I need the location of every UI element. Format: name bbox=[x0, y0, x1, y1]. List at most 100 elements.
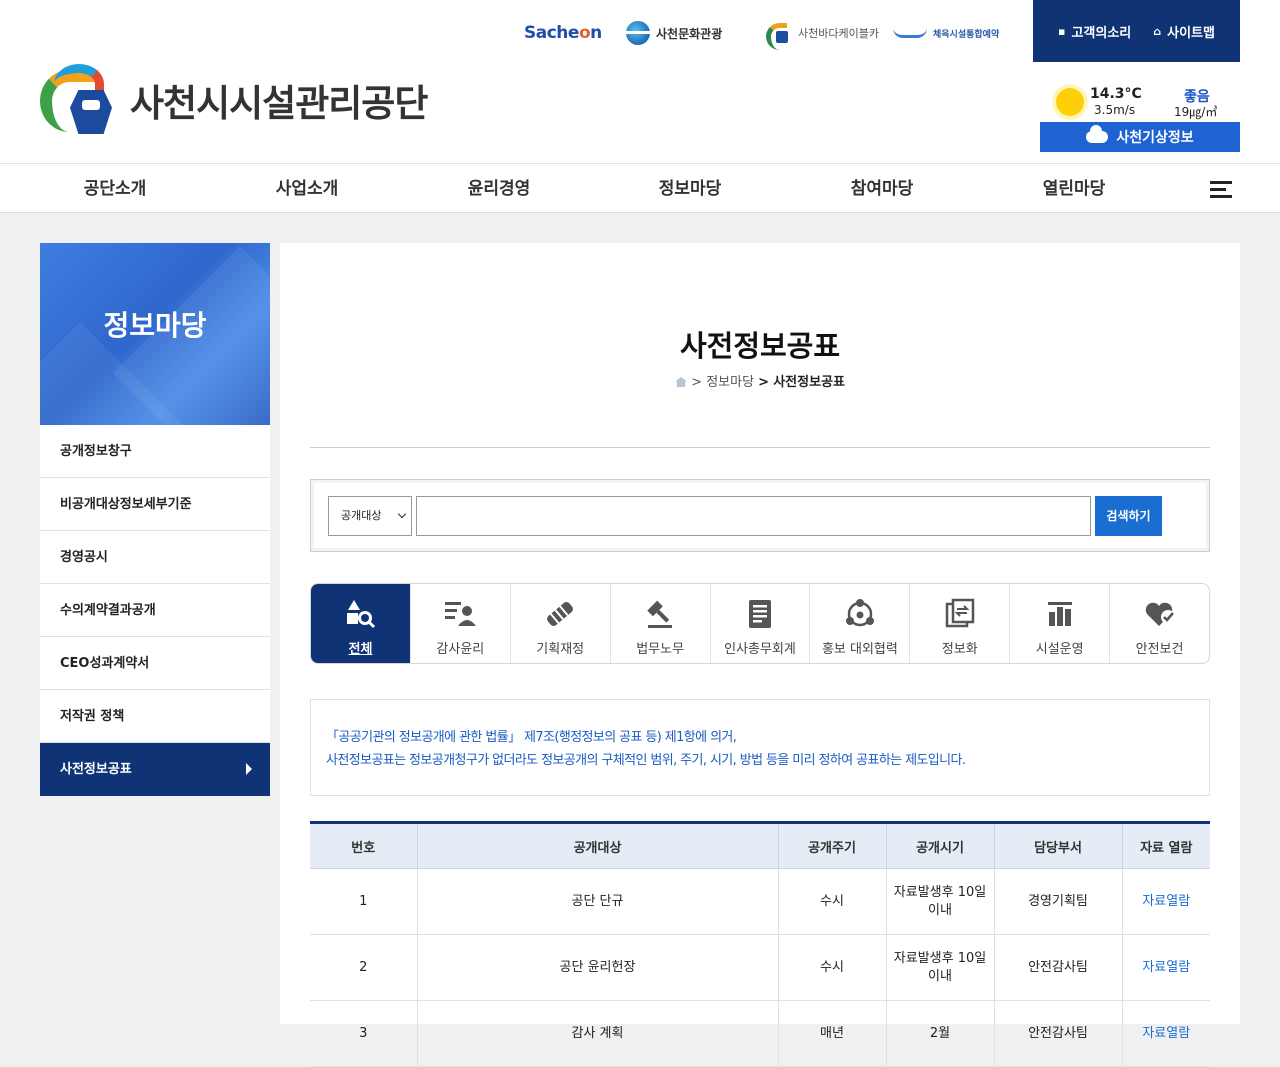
person-list-icon bbox=[443, 598, 477, 630]
cell-target: 감사 계획 bbox=[417, 1000, 779, 1067]
table-row: 2 공단 윤리헌장 수시 자료발생후 10일 이내 안전감사팀 자료열람 bbox=[310, 934, 1210, 1001]
chevron-down-icon bbox=[397, 509, 407, 519]
cloud-icon bbox=[1086, 125, 1109, 143]
nav-item-about[interactable]: 공단소개 bbox=[20, 164, 210, 214]
cable-logo-icon bbox=[764, 19, 792, 50]
sidebar-title: 정보마당 bbox=[103, 309, 207, 342]
notice-box: 「공공기관의 정보공개에 관한 법률」 제7조(행정정보의 공표 등) 제1항에… bbox=[310, 699, 1210, 796]
customer-voice-link[interactable]: ▪ 고객의소리 bbox=[1058, 22, 1131, 41]
tab-pr-cooperation[interactable]: 홍보 대외협력 bbox=[810, 584, 911, 663]
tab-label: 홍보 대외협력 bbox=[821, 642, 898, 657]
tab-audit-ethics[interactable]: 감사윤리 bbox=[411, 584, 511, 663]
sitemap-label: 사이트맵 bbox=[1167, 25, 1215, 41]
nav-item-open[interactable]: 열린마당 bbox=[979, 164, 1169, 214]
cell-department: 안전감사팀 bbox=[994, 1000, 1123, 1067]
sacheon-wordmark: Sacheon bbox=[524, 23, 602, 43]
partner-sacheon-link[interactable]: Sacheon bbox=[524, 18, 602, 48]
table-row: 3 감사 계획 매년 2월 안전감사팀 자료열람 bbox=[310, 1000, 1210, 1067]
sidebar: 정보마당 공개정보창구 비공개대상정보세부기준 경영공시 수의계약결과공개 CE… bbox=[40, 243, 270, 796]
cell-timing: 2월 bbox=[886, 1000, 995, 1067]
search-category-select[interactable]: 공개대상 bbox=[328, 496, 412, 536]
cell-cycle: 매년 bbox=[778, 1000, 887, 1067]
table-header-row: 번호 공개대상 공개주기 공개시기 담당부서 자료 열람 bbox=[310, 822, 1210, 869]
column-header: 담당부서 bbox=[994, 822, 1123, 869]
sidebar-item-contract-results[interactable]: 수의계약결과공개 bbox=[40, 584, 270, 637]
sidebar-item-public-info[interactable]: 공개정보창구 bbox=[40, 425, 270, 478]
tab-hr-accounting[interactable]: 인사총무회계 bbox=[711, 584, 811, 663]
cell-timing: 자료발생후 10일 이내 bbox=[886, 868, 995, 935]
tab-label: 안전보건 bbox=[1135, 642, 1184, 657]
tab-label: 법무노무 bbox=[636, 642, 685, 657]
heart-check-icon bbox=[1143, 598, 1177, 630]
tab-informatization[interactable]: 정보화 bbox=[910, 584, 1011, 663]
tab-facility-operation[interactable]: 시설운영 bbox=[1010, 584, 1111, 663]
nav-item-information[interactable]: 정보마당 bbox=[595, 164, 785, 214]
home-icon[interactable] bbox=[675, 377, 687, 387]
notice-line: 사전정보공표는 정보공개청구가 없더라도 정보공개의 구체적인 범위, 주기, … bbox=[326, 753, 966, 768]
main-navigation: 공단소개 사업소개 윤리경영 정보마당 참여마당 열린마당 bbox=[0, 163, 1280, 213]
cell-cycle: 수시 bbox=[778, 934, 887, 1001]
weather-info-button[interactable]: 사천기상정보 bbox=[1040, 122, 1240, 152]
tab-safety-health[interactable]: 안전보건 bbox=[1110, 584, 1209, 663]
breadcrumb: > 정보마당 > 사전정보공표 bbox=[280, 371, 1240, 390]
view-document-link[interactable]: 자료열람 bbox=[1122, 1000, 1210, 1067]
column-header: 공개시기 bbox=[886, 822, 995, 869]
sidebar-item-copyright[interactable]: 저작권 정책 bbox=[40, 690, 270, 743]
cell-target: 공단 단규 bbox=[417, 868, 779, 935]
cell-timing: 자료발생후 10일 이내 bbox=[886, 934, 995, 1001]
search-button[interactable]: 검색하기 bbox=[1095, 496, 1162, 536]
tab-label: 전체 bbox=[348, 642, 373, 657]
search-input[interactable] bbox=[416, 496, 1091, 536]
partner-sports-link[interactable]: 체육시설통합예약 bbox=[893, 18, 999, 48]
menu-icon[interactable] bbox=[1210, 181, 1232, 199]
note-icon: ▪ bbox=[1058, 24, 1066, 38]
fine-dust-value: 19㎍/㎥ bbox=[1174, 105, 1218, 119]
breadcrumb-parent[interactable]: 정보마당 bbox=[706, 375, 754, 390]
category-tabs: 전체 감사윤리 기획재정 법무노무 인사총무회계 홍보 대외협력 정보화 시설운… bbox=[310, 583, 1210, 664]
sidebar-item-management-disclosure[interactable]: 경영공시 bbox=[40, 531, 270, 584]
arrow-right-icon bbox=[246, 763, 252, 775]
partner-cable-link[interactable]: 사천바다케이블카 bbox=[764, 18, 879, 50]
top-utility-bar: ▪ 고객의소리 ⌂ 사이트맵 bbox=[1033, 0, 1240, 62]
column-header: 공개대상 bbox=[417, 822, 779, 869]
weather-widget: 14.3°C 3.5m/s 좋음 19㎍/㎥ 사천기상정보 bbox=[1040, 82, 1240, 152]
building-chart-icon bbox=[1045, 598, 1075, 630]
weather-info-label: 사천기상정보 bbox=[1116, 130, 1194, 146]
tab-label: 인사총무회계 bbox=[724, 642, 796, 657]
nav-item-ethics[interactable]: 윤리경영 bbox=[404, 164, 594, 214]
shapes-search-icon bbox=[344, 598, 376, 630]
breadcrumb-separator: > bbox=[691, 375, 703, 390]
cell-department: 안전감사팀 bbox=[994, 934, 1123, 1001]
sidebar-item-ceo-contract[interactable]: CEO성과계약서 bbox=[40, 637, 270, 690]
site-logo[interactable]: 사천시시설관리공단 bbox=[40, 62, 428, 138]
tab-legal-labor[interactable]: 법무노무 bbox=[611, 584, 711, 663]
nav-item-business[interactable]: 사업소개 bbox=[212, 164, 402, 214]
title-divider bbox=[310, 447, 1210, 448]
column-header: 자료 열람 bbox=[1122, 822, 1210, 869]
tab-planning-finance[interactable]: 기획재정 bbox=[511, 584, 611, 663]
partner-culture-link[interactable]: 사천문화관광 bbox=[624, 18, 722, 48]
disclosure-table: 번호 공개대상 공개주기 공개시기 담당부서 자료 열람 1 공단 단규 수시 … bbox=[310, 821, 1210, 1067]
gavel-icon bbox=[644, 598, 676, 630]
sidebar-item-prior-disclosure[interactable]: 사전정보공표 bbox=[40, 743, 270, 796]
culture-logo-icon bbox=[624, 21, 652, 45]
sidebar-item-nondisclosure[interactable]: 비공개대상정보세부기준 bbox=[40, 478, 270, 531]
weather-temperature: 14.3°C bbox=[1090, 86, 1142, 102]
view-document-link[interactable]: 자료열람 bbox=[1122, 868, 1210, 935]
nav-item-participation[interactable]: 참여마당 bbox=[787, 164, 977, 214]
partner-sports-label: 체육시설통합예약 bbox=[933, 29, 1000, 40]
cell-number: 2 bbox=[310, 934, 418, 1001]
column-header: 공개주기 bbox=[778, 822, 887, 869]
transfer-icon bbox=[944, 598, 976, 630]
logo-text: 사천시시설관리공단 bbox=[130, 82, 428, 125]
partner-cable-label: 사천바다케이블카 bbox=[798, 27, 879, 40]
breadcrumb-separator: > bbox=[758, 375, 770, 390]
view-document-link[interactable]: 자료열람 bbox=[1122, 934, 1210, 1001]
cell-department: 경영기획팀 bbox=[994, 868, 1123, 935]
wave-icon bbox=[893, 28, 927, 38]
tab-label: 시설운영 bbox=[1035, 642, 1084, 657]
tab-all[interactable]: 전체 bbox=[311, 584, 411, 663]
sitemap-link[interactable]: ⌂ 사이트맵 bbox=[1153, 22, 1215, 41]
weather-wind: 3.5m/s bbox=[1094, 103, 1136, 117]
network-icon bbox=[843, 598, 877, 630]
